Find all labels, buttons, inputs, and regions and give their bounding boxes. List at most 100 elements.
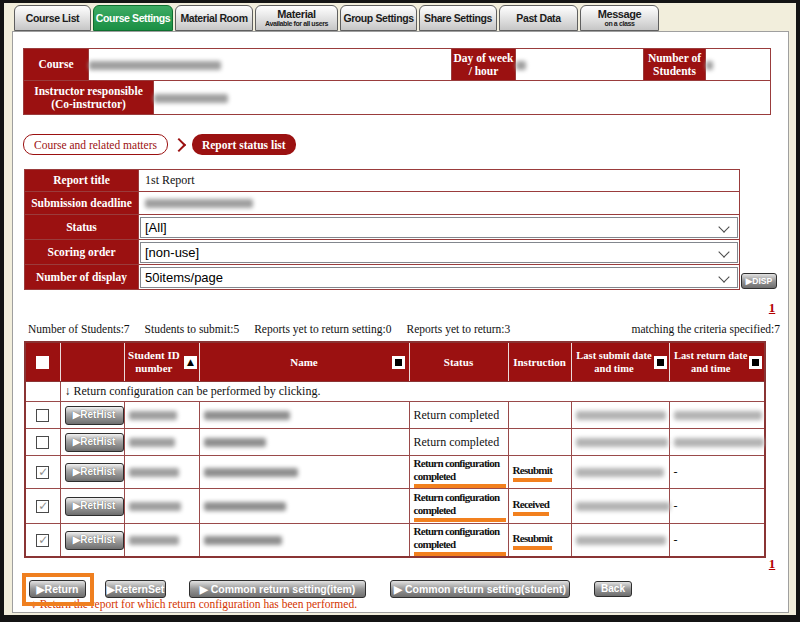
rethist-button[interactable]: ▶RetHist (65, 433, 124, 452)
disp-button[interactable]: ▶DISP (741, 273, 777, 289)
status-select-value: [All] (145, 220, 167, 235)
sort-icon[interactable] (654, 356, 667, 369)
redacted-name (204, 502, 286, 511)
tab-material[interactable]: MaterialAvailable for all users (255, 5, 338, 31)
tab-label: Material (277, 8, 315, 20)
table-row: ▶RetHist Return completed (25, 429, 765, 456)
select-all-header[interactable] (25, 342, 60, 382)
tab-material-room[interactable]: Material Room (175, 5, 253, 31)
last-return-value: - (669, 489, 765, 524)
report-status-table: Student ID number▲ Name Status Instructi… (24, 341, 766, 558)
rethist-button[interactable]: ▶RetHist (65, 463, 124, 482)
page-number-bottom[interactable]: 1 (761, 556, 783, 572)
return-button[interactable]: ▶Return (29, 580, 86, 598)
stat-students-to-submit: Students to submit:5 (145, 323, 240, 335)
number-of-display-select[interactable]: 50items/page (140, 267, 738, 288)
redacted-student-id (129, 438, 175, 447)
course-label: Course (24, 49, 89, 81)
instruction-text: Resubmit (513, 464, 553, 482)
status-select[interactable]: [All] (140, 217, 738, 238)
back-button[interactable]: Back (594, 581, 632, 597)
redacted-deadline (145, 199, 253, 208)
tab-label: Material Room (180, 12, 247, 24)
common-return-setting-item-button[interactable]: ▶ Common return setting(item) (189, 580, 366, 598)
returnset-button[interactable]: ▶ReternSet (105, 580, 166, 598)
number-of-students-value (706, 49, 771, 81)
tab-message[interactable]: Messageon a class (580, 5, 659, 31)
number-of-display-select-value: 50items/page (145, 270, 223, 285)
status-text: Return configuration completed (414, 491, 506, 522)
tab-sublabel: Available for all users (265, 20, 328, 28)
tab-label: Group Settings (343, 12, 413, 24)
redacted-student-id (129, 411, 177, 420)
status-text: Return configuration completed (414, 525, 506, 556)
redacted-date (576, 438, 668, 447)
scoring-order-select-value: [non-use] (145, 245, 199, 260)
last-submit-column-header[interactable]: Last submit date and time (571, 342, 669, 382)
name-column-header[interactable]: Name (199, 342, 409, 382)
tab-course-settings[interactable]: Course Settings (93, 5, 173, 31)
course-value (89, 49, 452, 81)
table-header-row: Student ID number▲ Name Status Instructi… (25, 342, 765, 382)
tab-bar: Course List Course Settings Material Roo… (14, 5, 659, 31)
content-panel: Course Day of week / hour Number of Stud… (12, 31, 789, 613)
report-title-value: 1st Report (139, 170, 740, 192)
column-label: Status (444, 356, 473, 368)
row-checkbox[interactable] (36, 500, 49, 513)
breadcrumb: Course and related matters Report status… (23, 134, 296, 155)
rethist-button[interactable]: ▶RetHist (65, 406, 124, 425)
column-label: Name (290, 356, 318, 368)
rethist-column-header (60, 342, 124, 382)
student-id-column-header[interactable]: Student ID number▲ (124, 342, 199, 382)
status-label: Status (25, 215, 139, 240)
tab-share-settings[interactable]: Share Settings (419, 5, 497, 31)
table-row: ▶RetHist Return configuration completed … (25, 489, 765, 524)
info-row-text: ↓ Return configuration can be performed … (60, 382, 765, 402)
status-text: Return completed (414, 435, 500, 449)
status-column-header: Status (409, 342, 508, 382)
last-return-column-header[interactable]: Last return date and time (669, 342, 765, 382)
report-filter-form: Report title 1st Report Submission deadl… (24, 169, 740, 290)
redacted-name (204, 411, 290, 420)
instruction-column-header: Instruction (508, 342, 571, 382)
instructor-value (154, 81, 771, 115)
redacted-date (576, 536, 666, 545)
page-frame: Course List Course Settings Material Roo… (0, 0, 800, 622)
sort-icon[interactable] (749, 356, 762, 369)
scoring-order-select[interactable]: [non-use] (140, 242, 738, 263)
rethist-button[interactable]: ▶RetHist (65, 531, 124, 550)
breadcrumb-label: Report status list (202, 139, 286, 151)
redacted-date (674, 411, 762, 420)
status-text: Return completed (414, 408, 500, 422)
stat-reports-yet-setting: Reports yet to return setting:0 (254, 323, 391, 335)
tab-label: Course Settings (96, 12, 171, 24)
tab-group-settings[interactable]: Group Settings (340, 5, 417, 31)
info-row-empty-cell (25, 382, 60, 402)
column-label: Last return date and time (673, 349, 749, 375)
common-return-setting-student-button[interactable]: ▶ Common return setting(student) (390, 580, 570, 598)
sort-ascending-icon[interactable]: ▲ (184, 356, 196, 369)
row-checkbox[interactable] (36, 466, 49, 479)
breadcrumb-course-matters[interactable]: Course and related matters (23, 134, 168, 155)
select-all-checkbox-icon[interactable] (36, 356, 49, 369)
instruction-text: Resubmit (513, 532, 553, 550)
sort-icon[interactable] (392, 356, 405, 369)
last-return-value: - (669, 524, 765, 558)
status-text: Return configuration completed (414, 457, 506, 488)
redacted-name (204, 536, 282, 545)
tab-past-data[interactable]: Past Data (499, 5, 578, 31)
tab-label: Message (598, 8, 642, 20)
tab-course-list[interactable]: Course List (14, 5, 91, 31)
number-of-display-label: Number of display (25, 265, 139, 290)
row-checkbox[interactable] (36, 436, 49, 449)
page-number-top[interactable]: 1 (761, 300, 783, 316)
number-of-students-label: Number of Students (644, 49, 706, 81)
stat-number-of-students: Number of Students:7 (28, 323, 130, 335)
redacted-count (706, 61, 713, 70)
redacted-instructor (154, 94, 228, 103)
day-of-week-label: Day of week / hour (452, 49, 516, 81)
row-checkbox[interactable] (36, 409, 49, 422)
row-checkbox[interactable] (36, 534, 49, 547)
rethist-button[interactable]: ▶RetHist (65, 497, 124, 516)
course-info-row2: Instructor responsible (Co-instructor) (23, 80, 771, 115)
